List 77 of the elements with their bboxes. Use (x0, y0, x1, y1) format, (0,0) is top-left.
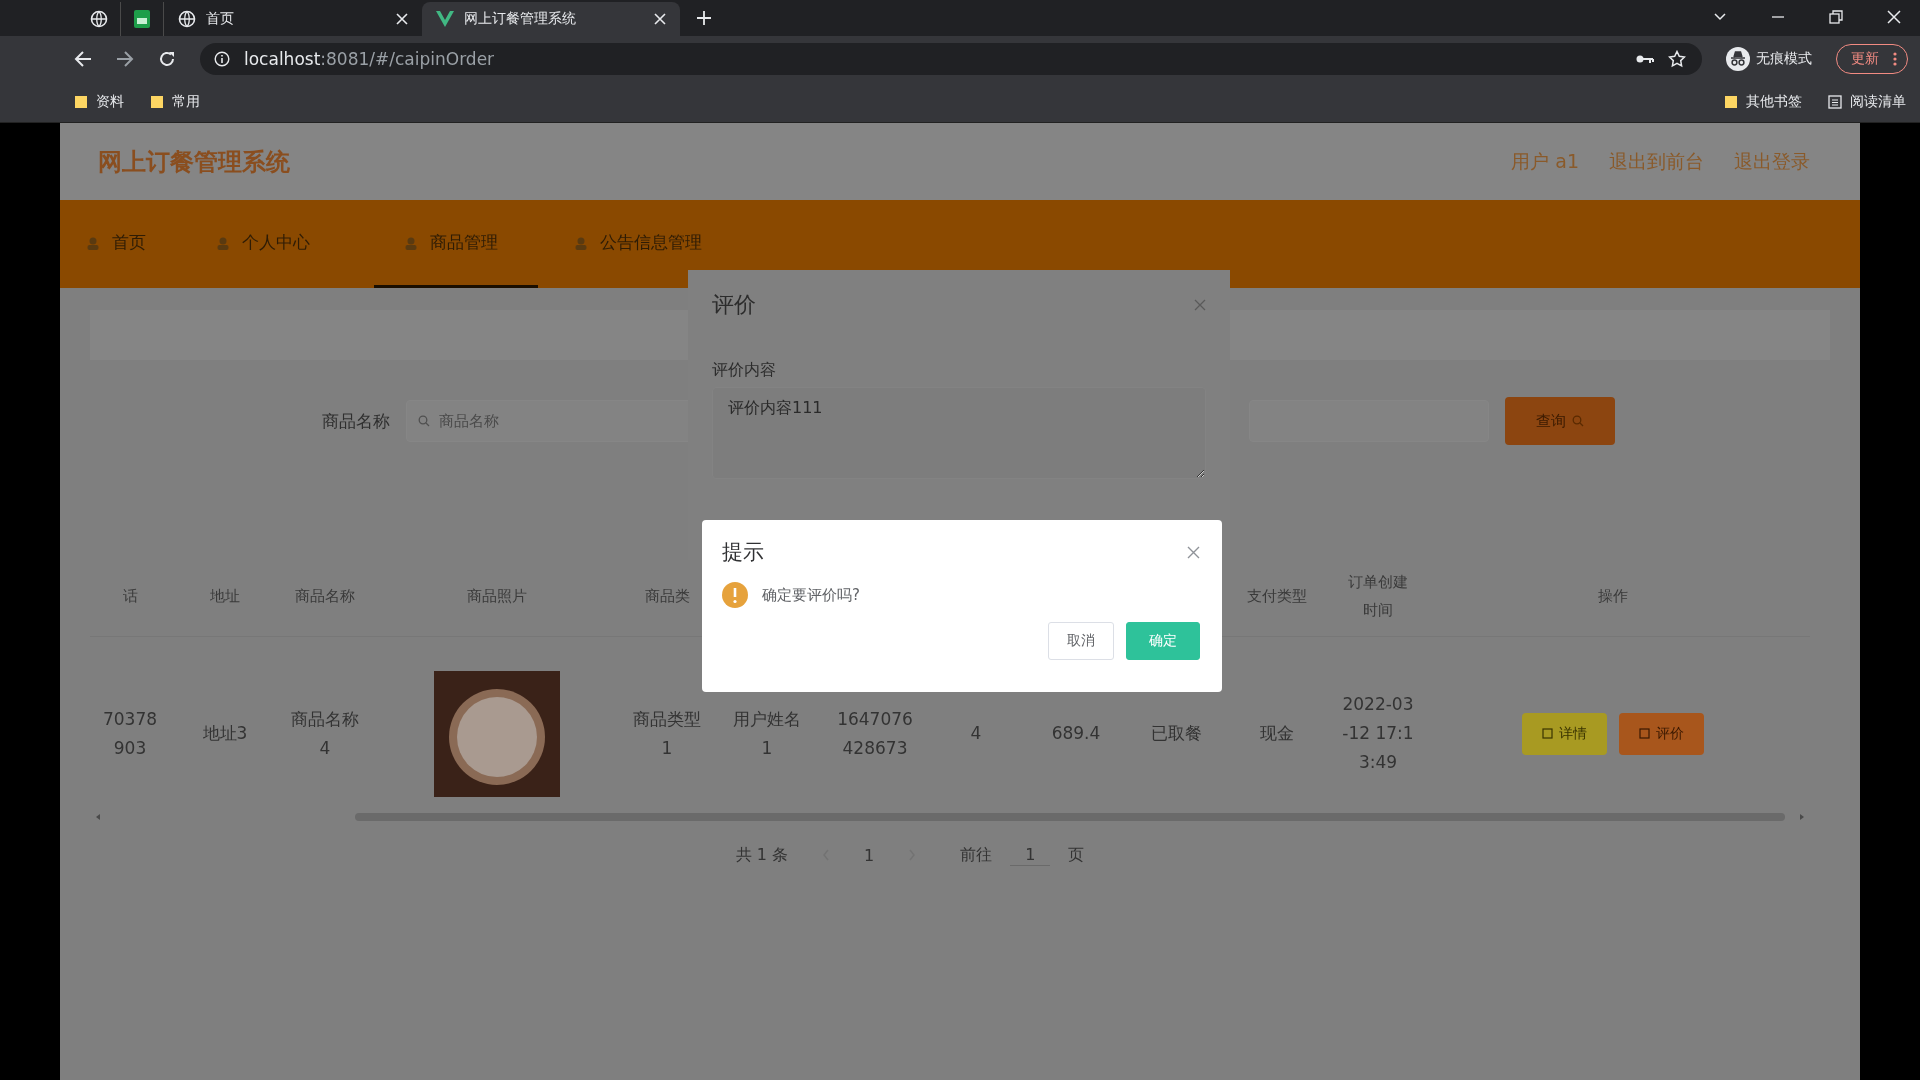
page-input[interactable]: 1 (1010, 844, 1051, 866)
column-header: 商品照片 (467, 586, 527, 607)
nav-icon (86, 235, 100, 250)
table-cell-text: 商品类型 1 (633, 707, 701, 760)
table-cell-text: 1647076 428673 (837, 707, 913, 760)
confirm-message: 确定要评价吗? (762, 585, 860, 605)
more-icon (1893, 52, 1897, 66)
bookmark-folder[interactable]: 其他书签 (1724, 93, 1802, 111)
column-header: 商品名称 (295, 586, 355, 607)
table-cell-text: 2022-03 -12 17:1 3:49 (1342, 693, 1414, 774)
table-cell-text: 4 (970, 722, 982, 745)
table-cell-text: 689.4 (1051, 722, 1101, 745)
column-header: 话 (122, 586, 138, 607)
column-header: 订单创建 时间 (1348, 572, 1408, 621)
restore-icon[interactable] (1829, 10, 1843, 24)
table-cell-text: 已取餐 (1150, 722, 1202, 745)
incognito-icon (1726, 47, 1750, 71)
app-title: 网上订餐管理系统 (98, 146, 290, 178)
nav-item[interactable]: 首页 (80, 200, 180, 288)
address-bar[interactable]: localhost:8081/#/caipinOrder (200, 43, 1702, 75)
table-cell-text: 现金 (1260, 722, 1294, 745)
search-icon (418, 415, 430, 427)
column-header: 地址 (210, 586, 240, 607)
table-cell-text: 商品名称 4 (291, 707, 359, 760)
dialog-title: 提示 (722, 539, 764, 566)
url-text: localhost:8081/#/caipinOrder (244, 49, 495, 69)
globe-icon (90, 10, 108, 28)
field-label: 商品名称 (322, 409, 390, 433)
nav-icon (216, 235, 230, 250)
tab-title: 网上订餐管理系统 (464, 10, 577, 28)
dialog-button[interactable]: 取消 (1048, 622, 1114, 660)
search-button[interactable]: 查询 (1505, 397, 1615, 445)
folder-icon (74, 95, 88, 109)
row-action-button[interactable]: 详情 (1522, 712, 1607, 755)
key-icon[interactable] (1636, 53, 1654, 65)
back-icon[interactable] (74, 50, 92, 68)
column-header: 操作 (1598, 586, 1628, 607)
v-logo-icon (436, 11, 454, 27)
browser-tab[interactable]: 首页 (164, 2, 422, 36)
star-icon[interactable] (1668, 50, 1686, 68)
page-unit: 页 (1068, 844, 1085, 866)
table-cell-text: 用户姓名 1 (733, 707, 801, 760)
page-number[interactable]: 1 (864, 845, 875, 865)
field-label: 评价内容 (712, 360, 777, 381)
table-cell-text: 地址3 (202, 722, 248, 745)
bookmark-folder[interactable]: 资料 (74, 93, 124, 111)
bookmark-folder[interactable]: 常用 (150, 93, 200, 111)
column-header: 商品类 (644, 586, 690, 607)
nav-item[interactable]: 个人中心 (210, 200, 344, 288)
tab-title: 首页 (206, 10, 235, 28)
nav-icon (574, 235, 588, 250)
column-header: 支付类型 (1247, 586, 1307, 607)
reload-icon[interactable] (158, 50, 176, 68)
table-cell-text: 70378 903 (102, 707, 158, 760)
document-icon (1542, 728, 1553, 739)
folder-icon (150, 95, 164, 109)
browser-tab[interactable]: 网上订餐管理系统 (422, 2, 680, 36)
nav-icon (404, 235, 418, 250)
nav-item[interactable]: 商品管理 (374, 200, 538, 288)
search-icon (1572, 415, 1584, 427)
forward-icon[interactable] (116, 50, 134, 68)
new-tab-icon[interactable] (696, 10, 712, 26)
nav-item[interactable]: 公告信息管理 (568, 200, 736, 288)
total-count: 共 1 条 (735, 844, 789, 866)
folder-icon (1724, 95, 1738, 109)
warning-icon (722, 582, 748, 608)
dialog-button[interactable]: 确定 (1126, 622, 1200, 660)
reading-list-button[interactable]: 阅读清单 (1828, 93, 1906, 111)
sheet-icon (134, 10, 150, 28)
globe-icon (178, 10, 196, 28)
document-icon (1639, 728, 1650, 739)
list-icon (1828, 95, 1842, 109)
incognito-profile[interactable]: 无痕模式 (1726, 47, 1812, 71)
dialog-title: 评价 (712, 291, 756, 319)
info-icon (214, 51, 230, 67)
goto-label: 前往 (960, 844, 993, 866)
row-action-button[interactable]: 评价 (1619, 712, 1704, 755)
